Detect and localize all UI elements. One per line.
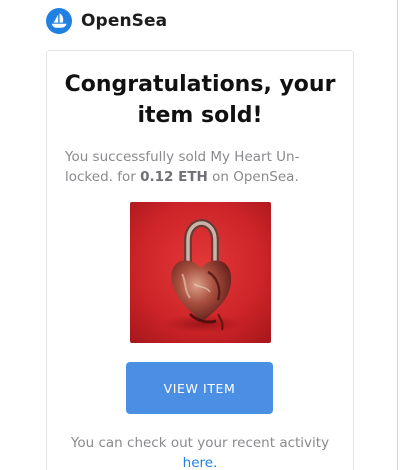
email-header: OpenSea: [46, 6, 167, 36]
activity-here-link[interactable]: here.: [183, 455, 218, 470]
opensea-logo-icon: [46, 8, 72, 34]
sale-price: 0.12 ETH: [140, 168, 208, 185]
email-page: OpenSea Congratulations, your item sold!…: [0, 0, 400, 470]
brand-name: OpenSea: [81, 11, 168, 31]
view-item-button[interactable]: VIEW ITEM: [126, 362, 273, 414]
sale-message-suffix: on OpenSea.: [207, 168, 299, 185]
sailboat-icon: [51, 13, 67, 28]
sale-message: You successfully sold My Heart Un-locked…: [65, 148, 341, 187]
activity-footer-prefix: You can check out your recent activity: [70, 435, 330, 451]
heart-padlock-artwork: [130, 202, 271, 343]
page-edge-divider: [397, 0, 398, 470]
email-card: Congratulations, your item sold! You suc…: [46, 50, 354, 470]
nft-artwork-image[interactable]: [130, 202, 271, 343]
activity-footer: You can check out your recent activity h…: [57, 434, 343, 470]
page-title: Congratulations, your item sold!: [64, 72, 336, 128]
